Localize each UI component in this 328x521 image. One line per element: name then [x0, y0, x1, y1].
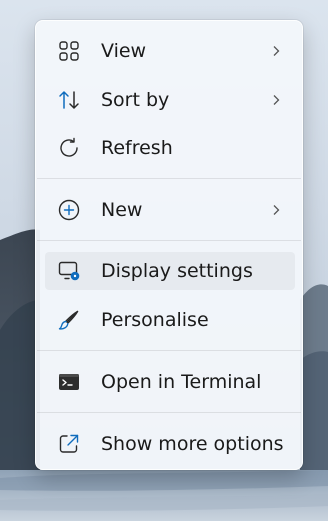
- plus-circle-icon: [58, 199, 80, 221]
- menu-item-label: Open in Terminal: [101, 371, 262, 393]
- menu-item-new[interactable]: New: [45, 191, 295, 229]
- menu-item-open-in-terminal[interactable]: Open in Terminal: [45, 363, 295, 401]
- display-settings-icon: [58, 261, 80, 281]
- menu-item-personalise[interactable]: Personalise: [45, 301, 295, 339]
- chevron-right-icon: [273, 95, 280, 105]
- menu-item-label: View: [101, 40, 147, 62]
- menu-item-label: New: [101, 199, 143, 221]
- sort-arrows-icon: [59, 91, 79, 109]
- refresh-icon: [60, 137, 78, 157]
- menu-item-sort-by[interactable]: Sort by: [45, 81, 295, 119]
- menu-separator: [37, 240, 301, 241]
- desktop-context-menu: View Sort by Refresh New Display setting…: [35, 20, 303, 470]
- menu-item-label: Personalise: [101, 309, 209, 331]
- menu-item-label: Sort by: [101, 89, 170, 111]
- menu-item-label: Refresh: [101, 137, 173, 159]
- menu-item-refresh[interactable]: Refresh: [45, 129, 295, 167]
- grid-view-icon: [59, 41, 79, 61]
- terminal-icon: [59, 374, 79, 390]
- menu-item-display-settings[interactable]: Display settings: [45, 252, 295, 290]
- chevron-right-icon: [273, 205, 280, 215]
- menu-item-view[interactable]: View: [45, 32, 295, 70]
- menu-item-label: Show more options: [101, 433, 284, 455]
- menu-separator: [37, 412, 301, 413]
- chevron-right-icon: [273, 46, 280, 56]
- open-external-icon: [59, 434, 79, 453]
- menu-separator: [37, 178, 301, 179]
- menu-separator: [37, 350, 301, 351]
- menu-item-show-more-options[interactable]: Show more options: [45, 425, 295, 463]
- paintbrush-icon: [58, 310, 79, 330]
- menu-item-label: Display settings: [101, 260, 253, 282]
